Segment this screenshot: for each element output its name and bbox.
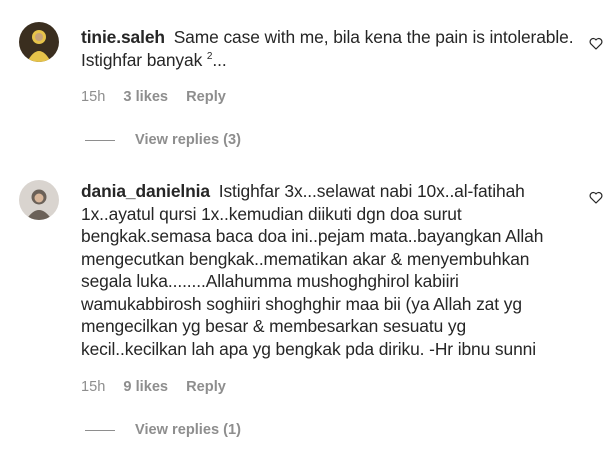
avatar-tinie-saleh[interactable] [19,22,59,62]
username-link[interactable]: dania_danielnia [81,181,210,201]
comment-text: dania_danielnia Istighfar 3x...selawat n… [81,180,581,360]
comment-line-5: segala luka........Allahumma mushoghghir… [81,271,459,291]
timestamp: 15h [81,379,106,395]
divider-dash [85,139,115,141]
heart-outline-icon[interactable] [588,189,604,205]
username-link[interactable]: tinie.saleh [81,27,165,47]
avatar-dania-danielnia[interactable] [19,180,59,220]
likes-count[interactable]: 9 likes [123,379,168,395]
view-replies-button[interactable]: View replies (1) [85,422,241,438]
comment-meta: 15h 9 likes Reply [81,379,226,395]
reply-button[interactable]: Reply [186,379,226,395]
view-replies-button[interactable]: View replies (3) [85,132,241,148]
divider-dash [85,429,115,431]
view-replies-label: View replies (1) [135,422,241,438]
comment-line-8: kecil..kecilkan lah apa yg bengkak pda d… [81,338,537,359]
comment-line-3: bengkak.semasa baca doa ini..pejam mata.… [81,226,544,246]
view-replies-label: View replies (3) [135,132,241,148]
comment-text: tinie.saleh Same case with me, bila kena… [81,26,581,71]
comment-ellipsis: ... [212,49,227,70]
comment-line-1: Same case with me, bila kena the pain is… [173,27,574,47]
reply-button[interactable]: Reply [186,89,226,105]
timestamp: 15h [81,89,106,105]
comment-line-2: 1x..ayatul qursi 1x..kemudian diikuti dg… [81,203,462,224]
comment-line-2: Istighfar banyak [81,49,203,70]
comment-meta: 15h 3 likes Reply [81,89,226,105]
heart-outline-icon[interactable] [588,35,604,51]
comment-line-6: wamukabbirosh soghiiri shoghghir maa bii… [81,293,522,314]
comment-line-4: mengecutkan bengkak..mematikan akar & me… [81,248,530,269]
comment-line-1: Istighfar 3x...selawat nabi 10x..al-fati… [218,181,525,201]
comment-line-7: mengecilkan yg besar & membesarkan sesua… [81,316,467,336]
likes-count[interactable]: 3 likes [123,89,168,105]
